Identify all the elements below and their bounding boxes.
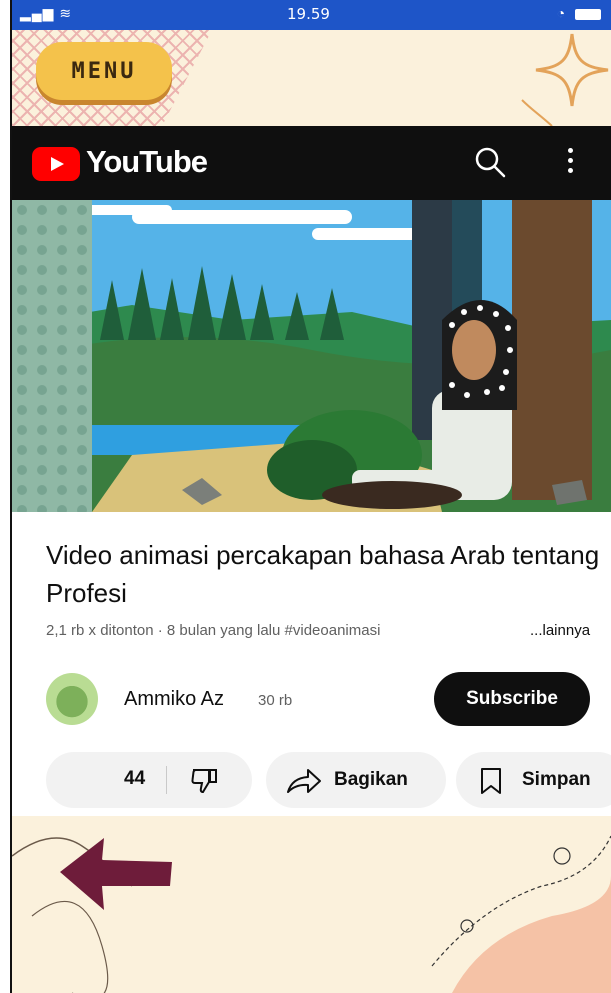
video-meta: 2,1 rb x ditonton · 8 bulan yang lalu #v… xyxy=(46,622,606,639)
more-options-icon[interactable] xyxy=(568,148,574,178)
youtube-app-bar: YouTube xyxy=(12,126,611,200)
signal-wifi-icons: ▂▄▆ ≋ xyxy=(20,5,72,22)
status-bar: ▂▄▆ ≋ 19.59 ◔ xyxy=(12,0,611,30)
view-count: 2,1 rb x ditonton xyxy=(46,622,154,639)
hashtag-link[interactable]: #videoanimasi xyxy=(285,622,381,639)
meta-separator: · xyxy=(157,622,163,639)
like-count[interactable]: 44 xyxy=(124,768,145,790)
battery-icon xyxy=(575,8,601,20)
youtube-wordmark[interactable]: YouTube xyxy=(86,144,208,180)
bottom-panel xyxy=(12,816,611,993)
search-icon[interactable] xyxy=(473,145,507,179)
youtube-logo-icon[interactable] xyxy=(32,147,80,181)
share-button[interactable]: Bagikan xyxy=(266,752,446,808)
show-more-link[interactable]: ...lainnya xyxy=(530,622,590,639)
menu-button[interactable]: MENU xyxy=(36,42,172,100)
clock: 19.59 xyxy=(287,5,330,23)
channel-avatar[interactable] xyxy=(46,673,98,725)
subscribe-button[interactable]: Subscribe xyxy=(434,672,590,726)
status-right: ◔ xyxy=(557,5,601,21)
alarm-icon: ◔ xyxy=(556,5,566,21)
share-label: Bagikan xyxy=(334,769,408,790)
signal-icon: ▂▄▆ xyxy=(20,5,55,21)
upload-age: 8 bulan yang lalu xyxy=(166,622,281,639)
video-title: Video animasi percakapan bahasa Arab ten… xyxy=(46,540,600,608)
share-icon xyxy=(287,769,321,793)
bookmark-icon xyxy=(481,768,501,794)
like-dislike-group: 44 xyxy=(46,752,252,808)
save-label: Simpan xyxy=(522,769,591,790)
like-divider xyxy=(166,766,167,794)
channel-name[interactable]: Ammiko Az xyxy=(124,688,224,711)
subscriber-count: 30 rb xyxy=(258,692,293,709)
wifi-icon: ≋ xyxy=(59,5,73,21)
back-arrow-icon[interactable] xyxy=(56,834,176,914)
sparkle-star-icon xyxy=(521,33,609,126)
save-button[interactable]: Simpan xyxy=(456,752,611,808)
video-player[interactable] xyxy=(12,200,611,512)
app-frame: ▂▄▆ ≋ 19.59 ◔ MENU YouTube Video animasi… xyxy=(10,0,611,993)
app-header: MENU xyxy=(12,30,611,126)
dislike-icon[interactable] xyxy=(190,767,220,795)
